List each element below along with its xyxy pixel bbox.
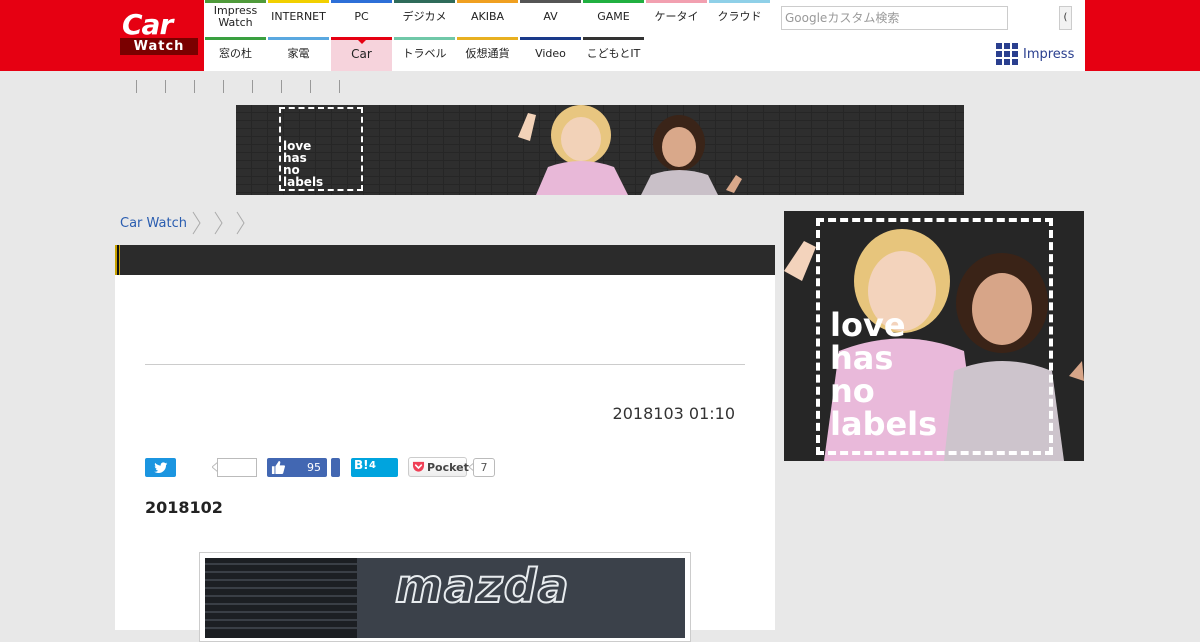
impress-link[interactable]: Impress — [996, 43, 1074, 65]
logo-subtext: Watch — [120, 38, 198, 55]
nav-item[interactable]: クラウド — [709, 0, 770, 34]
sub-nav-divider — [136, 80, 137, 93]
site-header: Car Watch Impress Watch INTERNET PC デジカメ AKI… — [0, 0, 1200, 71]
nav-color-bar — [394, 37, 455, 40]
nav-item[interactable]: ケータイ — [646, 0, 707, 34]
nav-color-bar — [268, 0, 329, 3]
nav-item[interactable]: AV — [520, 0, 581, 34]
sub-nav-divider — [252, 80, 253, 93]
nav-item-label: ケータイ — [654, 10, 699, 23]
car-watch-logo[interactable]: Car Watch — [118, 8, 200, 58]
facebook-like-button[interactable]: 95 — [267, 458, 327, 477]
nav-item[interactable]: こどもとIT — [583, 37, 644, 71]
sub-nav-divider — [339, 80, 340, 93]
nav-item-label: Video — [535, 47, 566, 60]
nav-item[interactable]: GAME — [583, 0, 644, 34]
nav-color-bar — [583, 0, 644, 3]
nav-color-bar — [520, 0, 581, 3]
nav-item-label: 家電 — [287, 47, 310, 60]
divider — [145, 364, 745, 365]
active-caret-icon — [357, 40, 366, 44]
photo-brand-text: mazda — [394, 558, 570, 614]
side-ad-word: no — [830, 372, 875, 410]
nav-item[interactable]: INTERNET — [268, 0, 329, 34]
nav-item-label: クラウド — [717, 10, 762, 23]
nav-item-label: INTERNET — [271, 10, 326, 23]
side-ad-word: labels — [830, 405, 938, 443]
nav-item-label: こどもとIT — [586, 47, 641, 60]
facebook-share-tail[interactable] — [331, 458, 340, 477]
article-lead: 2018102 — [145, 498, 223, 517]
ad-word: labels — [283, 175, 324, 189]
search-button[interactable]: ( — [1059, 6, 1072, 30]
impress-label: Impress — [1023, 46, 1075, 62]
nav-item-label: 仮想通貨 — [465, 47, 510, 60]
nav-item-label: GAME — [597, 10, 630, 23]
chevron-right-icon — [214, 211, 223, 235]
sub-nav-divider — [310, 80, 311, 93]
search-input[interactable]: Googleカスタム検索 — [781, 6, 1008, 30]
hatena-count: 4 — [369, 460, 376, 471]
nav-item-label: 窓の杜 — [219, 47, 252, 60]
nav-item[interactable]: AKIBA — [457, 0, 518, 34]
thumbs-up-icon — [271, 461, 285, 474]
nav-item[interactable]: PC — [331, 0, 392, 34]
breadcrumb-home-link[interactable]: Car Watch — [120, 216, 187, 231]
pocket-label: Pocket — [427, 461, 469, 474]
logo-text: Car — [122, 8, 173, 41]
nav-item[interactable]: 仮想通貨 — [457, 37, 518, 71]
nav-color-bar — [205, 0, 266, 3]
twitter-share-button[interactable] — [145, 458, 176, 477]
hatena-icon: B! — [354, 458, 369, 472]
pocket-icon — [412, 461, 425, 472]
nav-item-label: PC — [354, 10, 369, 23]
nav-color-bar — [583, 37, 644, 40]
breadcrumb: Car Watch — [120, 210, 253, 236]
top-banner-ad[interactable]: love has no labels — [236, 105, 964, 195]
nav-color-bar — [331, 0, 392, 3]
chevron-right-icon — [192, 211, 201, 235]
pocket-count: 7 — [473, 458, 495, 477]
nav-color-bar — [709, 0, 770, 3]
article-date: 2018103 01:10 — [612, 404, 735, 423]
hatena-bookmark-button[interactable]: B! 4 — [351, 458, 398, 477]
twitter-bird-icon — [153, 461, 167, 473]
nav-color-bar — [457, 37, 518, 40]
facebook-count: 95 — [307, 461, 321, 474]
title-accent-line — [117, 245, 119, 275]
nav-item-label: AKIBA — [470, 10, 505, 23]
article-title-bar — [115, 245, 775, 275]
nav-item[interactable]: 家電 — [268, 37, 329, 71]
nav-item-label: Car — [351, 47, 372, 61]
nav-item[interactable]: デジカメ — [394, 0, 455, 34]
nav-color-bar — [394, 0, 455, 3]
twitter-count — [217, 458, 257, 477]
nav-item[interactable]: トラベル — [394, 37, 455, 71]
pocket-button[interactable]: Pocket — [408, 457, 469, 477]
nav-item[interactable]: Impress Watch — [205, 0, 266, 34]
nav-item-label: AV — [543, 10, 558, 23]
nav-item[interactable]: Video — [520, 37, 581, 71]
nav-color-bar — [205, 37, 266, 40]
article-photo[interactable]: mazda — [205, 558, 685, 638]
impress-grid-icon — [996, 43, 1018, 65]
sub-nav-divider — [194, 80, 195, 93]
sub-nav-divider — [281, 80, 282, 93]
side-ad-word: love — [830, 306, 906, 344]
nav-color-bar — [646, 0, 707, 3]
nav-color-bar — [268, 37, 329, 40]
header-right-area — [1085, 0, 1200, 71]
sub-nav-divider — [223, 80, 224, 93]
side-ad-word: has — [830, 339, 894, 377]
nav-item[interactable]: 窓の杜 — [205, 37, 266, 71]
nav-color-bar — [520, 37, 581, 40]
nav-item-label: トラベル — [402, 47, 447, 60]
sub-nav-divider — [165, 80, 166, 93]
chevron-right-icon — [236, 211, 245, 235]
side-banner-ad[interactable]: love has no labels — [784, 211, 1084, 461]
nav-item-label: デジカメ — [402, 10, 447, 23]
nav-item-label: Impress Watch — [213, 4, 258, 29]
nav-color-bar — [457, 0, 518, 3]
nav-item[interactable]: Car — [331, 37, 392, 71]
